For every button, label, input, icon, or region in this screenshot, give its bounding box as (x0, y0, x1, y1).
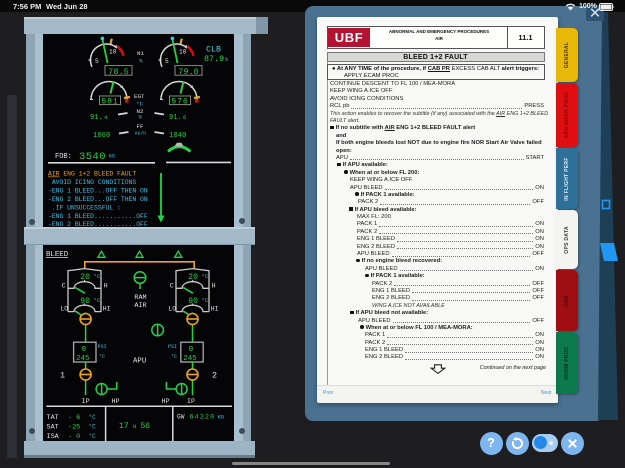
svg-text:°C: °C (136, 101, 143, 108)
svg-text:91.: 91. (90, 114, 103, 122)
svg-text:ISA: ISA (47, 433, 60, 441)
svg-text:91.: 91. (169, 114, 182, 122)
svg-text:IP: IP (187, 398, 195, 405)
svg-text:90: 90 (80, 297, 90, 306)
svg-text:°C: °C (94, 273, 101, 280)
svg-text:C: C (170, 282, 174, 289)
svg-text:5: 5 (95, 58, 99, 65)
svg-text:10: 10 (109, 49, 117, 56)
svg-text:FOB:: FOB: (55, 153, 72, 161)
svg-text:H: H (212, 282, 216, 289)
svg-text:IP: IP (82, 398, 90, 405)
svg-text:N1: N1 (137, 50, 144, 57)
svg-text:AIR: AIR (134, 302, 146, 310)
svg-text:1: 1 (60, 371, 65, 381)
svg-text:°C: °C (202, 297, 209, 304)
svg-text:.IF UNSUCCESSFUL :: .IF UNSUCCESSFUL : (48, 204, 121, 211)
svg-text:-25: -25 (68, 423, 80, 431)
svg-text:%: % (139, 114, 143, 121)
svg-text:10: 10 (179, 49, 187, 56)
svg-text:°C: °C (89, 433, 97, 440)
svg-text:AVOID ICING CONDITIONS: AVOID ICING CONDITIONS (48, 179, 136, 186)
svg-text:BLEED: BLEED (46, 251, 69, 259)
svg-text:C: C (62, 282, 66, 289)
svg-text:KG: KG (109, 154, 115, 160)
svg-text:CLB: CLB (206, 45, 221, 55)
svg-text:5: 5 (165, 58, 169, 65)
svg-text:FF: FF (137, 123, 144, 130)
svg-text:LO: LO (168, 306, 176, 313)
svg-text:HI: HI (103, 306, 111, 313)
svg-text:1060: 1060 (93, 132, 110, 140)
svg-text:LO: LO (60, 306, 68, 313)
svg-text:-ENG 2 BLEED...........OFF: -ENG 2 BLEED...........OFF (48, 221, 148, 227)
svg-text:GW: GW (177, 414, 185, 421)
svg-text:°C: °C (94, 297, 101, 304)
svg-text:4: 4 (104, 114, 108, 121)
svg-text:245: 245 (183, 355, 196, 363)
svg-text:KG: KG (218, 415, 224, 421)
svg-text:2: 2 (212, 371, 217, 381)
svg-text:HP: HP (162, 398, 170, 405)
svg-text:HP: HP (112, 398, 120, 405)
svg-text:-ENG 1 BLEED...........OFF: -ENG 1 BLEED...........OFF (48, 213, 148, 220)
svg-text:581: 581 (101, 97, 118, 106)
svg-text:576: 576 (171, 97, 188, 106)
svg-text:20: 20 (188, 273, 198, 282)
svg-text:1040: 1040 (169, 132, 186, 140)
svg-text:RAM: RAM (134, 294, 146, 302)
svg-text:TAT: TAT (47, 414, 59, 422)
svg-text:64220: 64220 (190, 414, 216, 421)
svg-text:KG/H: KG/H (135, 131, 146, 137)
svg-text:- 0: - 0 (68, 433, 80, 441)
svg-text:6: 6 (183, 114, 186, 121)
svg-text:17: 17 (119, 422, 129, 431)
svg-text:AIR ENG 1+2 BLEED FAULT: AIR ENG 1+2 BLEED FAULT (48, 171, 136, 178)
svg-text:3540: 3540 (79, 151, 106, 163)
svg-text:- 6: - 6 (68, 414, 80, 422)
svg-text:78.5: 78.5 (108, 67, 129, 77)
svg-text:20: 20 (80, 273, 90, 282)
svg-text:H: H (104, 282, 108, 289)
svg-text:APU: APU (133, 358, 146, 366)
svg-text:EGT: EGT (134, 93, 145, 100)
svg-text:90: 90 (188, 297, 198, 306)
svg-text:HI: HI (211, 306, 219, 313)
svg-text:0: 0 (82, 346, 86, 354)
svg-text:SAT: SAT (47, 423, 59, 431)
svg-text:°C: °C (89, 414, 97, 421)
svg-text:56: 56 (141, 422, 151, 431)
svg-text:-ENG 1 BLEED...OFF THEN ON: -ENG 1 BLEED...OFF THEN ON (48, 187, 148, 194)
svg-text:0: 0 (189, 346, 193, 354)
svg-text:PSI: PSI (168, 344, 177, 350)
svg-text:°C: °C (202, 273, 209, 280)
svg-text:°C: °C (89, 423, 97, 430)
svg-text:87.9: 87.9 (204, 54, 224, 64)
svg-text:79.0: 79.0 (178, 67, 199, 77)
svg-text:-ENG 2 BLEED...OFF THEN ON: -ENG 2 BLEED...OFF THEN ON (48, 196, 148, 203)
svg-text:%: % (225, 57, 228, 63)
svg-text:PSI: PSI (98, 344, 107, 350)
svg-text:°C: °C (99, 354, 105, 360)
svg-text:%: % (139, 58, 143, 65)
svg-text:245: 245 (76, 355, 89, 363)
svg-text:H: H (133, 423, 136, 430)
svg-text:°C: °C (171, 354, 177, 360)
